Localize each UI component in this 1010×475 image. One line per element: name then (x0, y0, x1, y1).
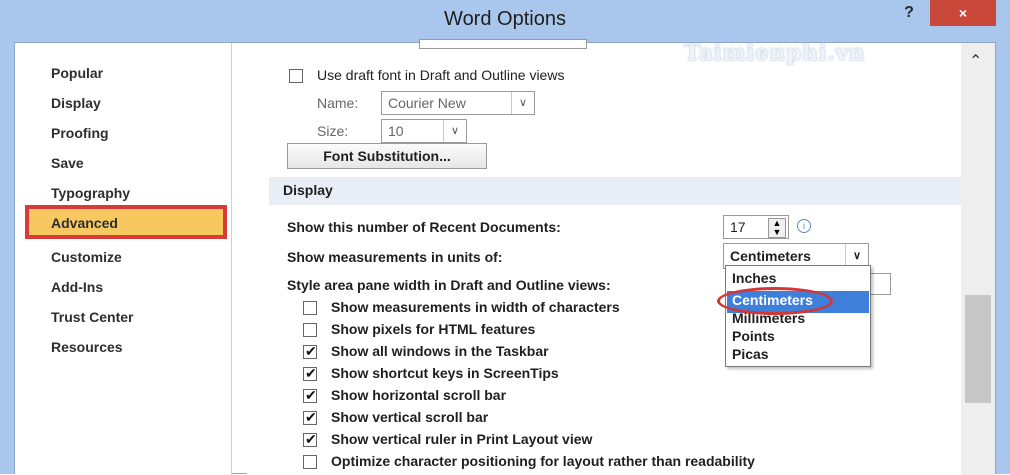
font-size-combo[interactable]: 10 ∨ (381, 119, 467, 143)
recent-docs-spinner[interactable]: 17 ▲ ▼ (723, 215, 789, 239)
option-checkbox[interactable] (303, 455, 317, 469)
recent-docs-value: 17 (730, 219, 746, 235)
font-substitution-button[interactable]: Font Substitution... (287, 143, 487, 169)
option-checkbox[interactable]: ✔ (303, 387, 317, 403)
display-header-label: Display (283, 182, 333, 198)
title-bar: Word Options ? × (0, 0, 1010, 42)
chevron-up-icon[interactable]: ⌃ (969, 51, 982, 71)
option-label: Show measurements in width of characters (331, 299, 620, 315)
units-dropdown-list: Inches Centimeters Millimeters Points Pi… (725, 265, 871, 367)
option-checkbox[interactable] (303, 323, 317, 337)
option-label: Show vertical scroll bar (331, 409, 489, 425)
option-label: Optimize character positioning for layou… (331, 453, 755, 469)
check-icon: ✔ (305, 365, 317, 381)
font-size-value: 10 (388, 123, 404, 139)
option-label: Show shortcut keys in ScreenTips (331, 365, 559, 381)
font-name-label: Name: (317, 95, 359, 111)
draft-font-checkbox[interactable] (289, 69, 303, 83)
font-name-combo[interactable]: Courier New ∨ (381, 91, 535, 115)
draft-font-label: Use draft font in Draft and Outline view… (317, 67, 565, 83)
sidebar-item-proofing[interactable]: Proofing (51, 125, 109, 141)
sidebar-item-save[interactable]: Save (51, 155, 84, 171)
font-name-value: Courier New (388, 95, 466, 111)
sidebar-item-popular[interactable]: Popular (51, 65, 103, 81)
option-checkbox[interactable]: ✔ (303, 365, 317, 381)
check-icon: ✔ (305, 387, 317, 403)
watermark-logo: Taimienphi.vn (684, 40, 866, 66)
vertical-scrollbar[interactable]: ⌃ (961, 43, 995, 475)
spinner-arrows-icon[interactable]: ▲ ▼ (768, 218, 786, 238)
chevron-down-icon: ∨ (511, 92, 534, 114)
sidebar-item-advanced[interactable]: Advanced (51, 215, 118, 231)
scrollbar-thumb[interactable] (965, 295, 991, 403)
style-area-label: Style area pane width in Draft and Outli… (287, 277, 611, 293)
annotation-ellipse (717, 287, 833, 315)
measurement-units-value: Centimeters (730, 248, 811, 264)
sidebar-item-add-ins[interactable]: Add-Ins (51, 279, 103, 295)
dialog-body: Popular Display Proofing Save Typography… (14, 39, 996, 475)
dropdown-option-picas[interactable]: Picas (732, 346, 769, 362)
option-checkbox[interactable]: ✔ (303, 409, 317, 425)
window-title: Word Options (444, 8, 566, 30)
option-label: Show pixels for HTML features (331, 321, 536, 337)
check-icon: ✔ (305, 409, 317, 425)
sidebar-item-trust-center[interactable]: Trust Center (51, 309, 133, 325)
close-button[interactable]: × (930, 0, 996, 26)
sidebar-item-typography[interactable]: Typography (51, 185, 130, 201)
dropdown-option-inches[interactable]: Inches (732, 270, 776, 286)
info-icon[interactable]: i (797, 219, 811, 233)
dropdown-option-points[interactable]: Points (732, 328, 775, 344)
measurement-units-label: Show measurements in units of: (287, 249, 503, 265)
word-options-window: Word Options ? × Popular Display Proofin… (0, 0, 1010, 475)
font-size-label: Size: (317, 123, 349, 139)
option-checkbox[interactable] (303, 301, 317, 315)
check-icon: ✔ (305, 431, 317, 447)
check-icon: ✔ (305, 343, 317, 359)
option-label: Show vertical ruler in Print Layout view (331, 431, 593, 447)
chevron-down-icon: ∨ (443, 120, 466, 142)
option-label: Show all windows in the Taskbar (331, 343, 549, 359)
sidebar: Popular Display Proofing Save Typography… (15, 43, 232, 475)
option-checkbox[interactable]: ✔ (303, 343, 317, 359)
help-button[interactable]: ? (894, 4, 924, 26)
options-content: Use draft font in Draft and Outline view… (247, 39, 977, 475)
option-label: Show horizontal scroll bar (331, 387, 507, 403)
sidebar-item-display[interactable]: Display (51, 95, 101, 111)
option-checkbox[interactable]: ✔ (303, 431, 317, 447)
sidebar-item-resources[interactable]: Resources (51, 339, 123, 355)
sidebar-item-customize[interactable]: Customize (51, 249, 122, 265)
clipped-combo[interactable] (419, 39, 587, 49)
recent-docs-label: Show this number of Recent Documents: (287, 219, 561, 235)
display-section-header: Display (269, 177, 967, 205)
